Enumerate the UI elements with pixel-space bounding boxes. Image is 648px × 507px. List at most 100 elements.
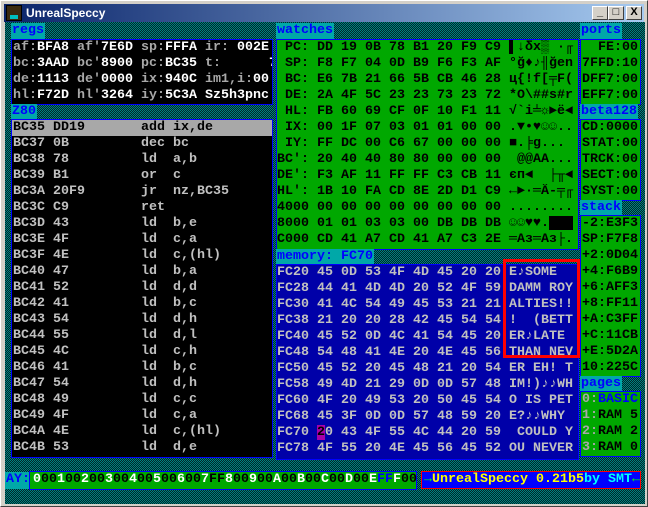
ay-reg-value[interactable]: 00 [353,472,369,489]
disasm-row[interactable]: BC42 41 ld b,c [12,296,272,312]
ports-row[interactable]: 7FFD:10 [581,56,640,72]
ports-row[interactable]: DFF7:00 [581,72,640,88]
stack-row[interactable]: +C:11CB [581,328,640,344]
ay-reg-value[interactable]: 00 [41,472,57,489]
register-value[interactable]: F72D [37,88,69,103]
register-value[interactable]: 7E6D [101,40,133,55]
ay-reg-value[interactable]: 00 [137,472,153,489]
watches-row[interactable]: BC': 20 40 40 80 80 00 00 00 @@AA... [277,152,578,168]
ports-panel[interactable]: FE:00 7FFD:10 DFF7:00 EFF7:00 [580,39,641,105]
disasm-row[interactable]: BC4A 4E ld c,(hl) [12,424,272,440]
disasm-row[interactable]: BC3D 43 ld b,e [12,216,272,232]
register-value[interactable]: 0000 [101,72,133,87]
disasm-row[interactable]: BC46 41 ld b,c [12,360,272,376]
register-value[interactable]: 3264 [101,88,133,103]
ay-reg-value[interactable]: 00 [305,472,321,489]
stack-panel[interactable]: -2:E3F3 SP:F7F8 +2:0D04 +4:F6B9 +6:AFF3 +8:FF… [580,215,641,377]
ay-reg-value[interactable]: 00 [113,472,129,489]
beta128-panel[interactable]: CD:0000 STAT:00 TRCK:00 SECT:00 SYST:00 [580,119,641,201]
register-value[interactable]: 002E [229,40,269,55]
ay-reg-value[interactable]: 00 [233,472,249,489]
watches-row[interactable]: DE': F3 AF 11 FF FF C3 CB 11 єп◄ ├╥◄ [277,168,578,184]
disasm-row[interactable]: BC48 49 ld c,c [12,392,272,408]
watches-row[interactable]: BC: E6 7B 21 66 5B CB 46 28 ц{!f[╤F( [277,72,578,88]
disasm-row[interactable]: BC40 47 ld b,a [12,264,272,280]
disasm-row[interactable]: BC3F 4E ld c,(hl) [12,248,272,264]
register-value[interactable]: 00 [253,72,269,87]
disasm-row[interactable]: BC49 4F ld c,a [12,408,272,424]
ay-reg-value[interactable]: 00 [401,472,417,489]
disasm-row[interactable]: BC44 55 ld d,l [12,328,272,344]
beta128-row[interactable]: SECT:00 [581,168,640,184]
disasm-row[interactable]: BC38 78 ld a,b [12,152,272,168]
ay-registers-panel[interactable]: 0 00 1 00 2 00 3 00 4 00 5 00 6 00 7 FF 8 00 9 00 A 00 B 00 C 00 D… [29,471,417,490]
memory-row[interactable]: FC60 4F 20 49 53 20 50 45 54 O IS PET [277,393,578,409]
beta128-row[interactable]: TRCK:00 [581,152,640,168]
watches-row[interactable]: 4000 00 00 00 00 00 00 00 00........ [277,200,578,216]
memory-row[interactable]: FC68 45 3F 0D 0D 57 48 59 20 E?♪♪WHY [277,409,578,425]
register-value[interactable]: 8900 [101,56,133,71]
stack-row[interactable]: 10:225C [581,360,640,376]
register-value[interactable]: BFA8 [37,40,69,55]
watches-row[interactable]: DE: 2A 4F 5C 23 23 73 23 72 *O\##s#r [277,88,578,104]
memory-row[interactable]: FC58 49 4D 21 29 0D 0D 57 48 IM!)♪♪WH [277,377,578,393]
stack-row[interactable]: +E:5D2A [581,344,640,360]
disasm-row[interactable]: BC3E 4F ld c,a [12,232,272,248]
stack-row[interactable]: +4:F6B9 [581,264,640,280]
register-value[interactable]: 1113 [37,72,69,87]
stack-row[interactable]: SP:F7F8 [581,232,640,248]
ay-reg-value[interactable]: 00 [329,472,345,489]
stack-row[interactable]: +6:AFF3 [581,280,640,296]
registers-panel[interactable]: af:BFA8 af'7E6D sp:FFFA ir: 002E bc:3AAD … [11,39,273,105]
app-icon[interactable] [6,5,22,21]
ay-reg-value[interactable]: 00 [89,472,105,489]
watches-row[interactable]: SP: F8 F7 04 0D B9 F6 F3 AF °ğ♦♪╢ğen [277,56,578,72]
watches-row[interactable]: IX: 00 1F 07 03 01 01 00 00 .▼•♥☺☺.. [277,120,578,136]
ay-reg-value[interactable]: 00 [257,472,273,489]
beta128-row[interactable]: STAT:00 [581,136,640,152]
register-value[interactable]: 3AAD [37,56,69,71]
memory-row[interactable]: FC78 4F 55 20 4E 45 56 45 52 OU NEVER [277,441,578,457]
ay-reg-value[interactable]: 00 [65,472,81,489]
stack-row[interactable]: +A:C3FF [581,312,640,328]
minimize-button[interactable]: _ [592,6,608,20]
beta128-row[interactable]: CD:0000 [581,120,640,136]
disasm-row[interactable]: BC3A 20F9 jr nz,BC35 [12,184,272,200]
stack-row[interactable]: -2:E3F3 [581,216,640,232]
disasm-row[interactable]: BC41 52 ld d,d [12,280,272,296]
disassembly-panel[interactable]: BC35 DD19 add ix,de BC37 0B dec bc BC38 78 ld a,b BC… [11,119,273,458]
disasm-row[interactable]: BC4B 53 ld d,e [12,440,272,456]
register-value[interactable]: BC35 [165,56,197,71]
stack-row[interactable]: +8:FF11 [581,296,640,312]
beta128-row[interactable]: SYST:00 [581,184,640,200]
disasm-row[interactable]: BC37 0B dec bc [12,136,272,152]
ay-reg-value[interactable]: 00 [185,472,201,489]
disasm-row[interactable]: BC43 54 ld d,h [12,312,272,328]
register-value[interactable]: 7 [221,56,272,71]
disasm-row[interactable]: BC45 4C ld c,h [12,344,272,360]
watches-row[interactable]: 8000 01 01 03 03 00 DB DB DB ☺☺♥♥.███ [277,216,578,232]
pages-panel[interactable]: 0:BASIC 1:RAM 5 2:RAM 2 3:RAM 0 [580,391,641,457]
page-row[interactable]: 2:RAM 2 [581,424,640,440]
page-row[interactable]: 1:RAM 5 [581,408,640,424]
page-row[interactable]: 3:RAM 0 [581,440,640,456]
stack-row[interactable]: +2:0D04 [581,248,640,264]
maximize-button[interactable]: □ [608,6,624,20]
memory-row[interactable]: FC70 20 43 4F 55 4C 44 20 59 COULD Y [277,425,578,441]
disasm-row[interactable]: BC3C C9 ret [12,200,272,216]
ay-reg-value[interactable]: FF [377,472,393,489]
register-value[interactable]: Sz5h3pnc [205,88,269,103]
watches-row[interactable]: PC: DD 19 0B 78 B1 20 F9 C9 ▌↓δx▒ ·╓ [277,40,578,56]
ay-reg-value[interactable]: FF [209,472,225,489]
title-bar[interactable]: UnrealSpeccy _ □ X [4,4,644,22]
ports-row[interactable]: EFF7:00 [581,88,640,104]
ay-reg-value[interactable]: 00 [161,472,177,489]
page-row[interactable]: 0:BASIC [581,392,640,408]
watches-row[interactable]: IY: FF DC 00 C6 67 00 00 00 ■.╞g... [277,136,578,152]
disasm-row[interactable]: BC47 54 ld d,h [12,376,272,392]
close-button[interactable]: X [626,6,642,20]
watches-row[interactable]: C000 CD 41 A7 CD 41 A7 C3 2E ═Aз═Aз├. [277,232,578,248]
register-value[interactable]: 940C [165,72,197,87]
ports-row[interactable]: FE:00 [581,40,640,56]
watches-row[interactable]: HL: FB 60 69 CF 0F 10 F1 11 √`i╧☼►ë◄ [277,104,578,120]
